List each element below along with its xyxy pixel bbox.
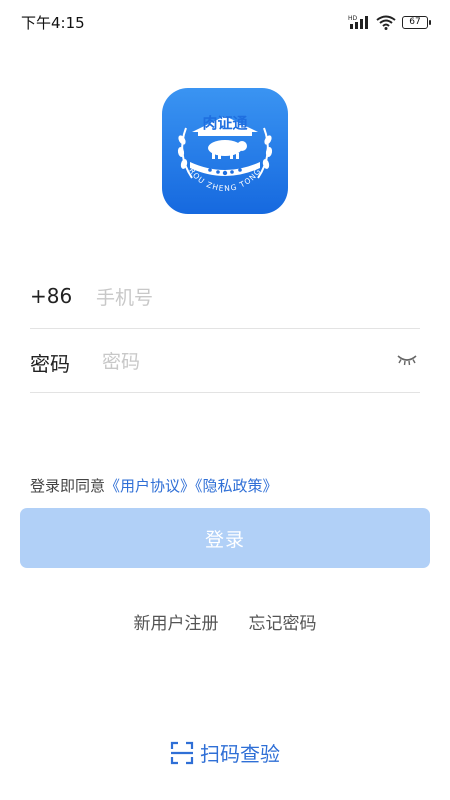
signal-icon: HD [348, 15, 368, 29]
logo-title: 肉证通 [202, 114, 247, 132]
network-type-label: HD [348, 15, 358, 22]
secondary-links: 新用户注册 忘记密码 [0, 609, 450, 634]
eye-closed-icon[interactable] [396, 350, 418, 368]
battery-level: 67 [409, 17, 421, 27]
password-field-row: 密码 [30, 330, 420, 393]
password-input[interactable] [100, 344, 384, 380]
agreement-text: 登录即同意《用户协议》《隐私政策》 [30, 475, 278, 496]
status-icons: HD 67 [348, 12, 431, 32]
wifi-icon [376, 15, 396, 30]
scan-icon [170, 741, 194, 764]
status-bar: 下午4:15 HD 67 [0, 0, 450, 44]
scan-check-button[interactable]: 扫码查验 [0, 738, 450, 767]
app-logo: 肉证通 ROU ZHENG TONG [162, 88, 288, 214]
battery-icon: 67 [402, 15, 431, 29]
phone-field-row: +86 [30, 266, 420, 329]
forgot-password-link[interactable]: 忘记密码 [249, 609, 317, 634]
login-button[interactable]: 登录 [20, 508, 430, 568]
privacy-policy-link[interactable]: 《隐私政策》 [195, 477, 278, 495]
status-time: 下午4:15 [21, 14, 85, 32]
scan-check-label: 扫码查验 [200, 742, 280, 766]
password-label: 密码 [30, 352, 70, 376]
phone-input[interactable] [94, 280, 398, 316]
register-link[interactable]: 新用户注册 [134, 609, 219, 634]
country-code[interactable]: +86 [30, 284, 72, 308]
agreement-prefix: 登录即同意 [30, 477, 106, 495]
user-agreement-link[interactable]: 《用户协议》 [105, 477, 195, 495]
